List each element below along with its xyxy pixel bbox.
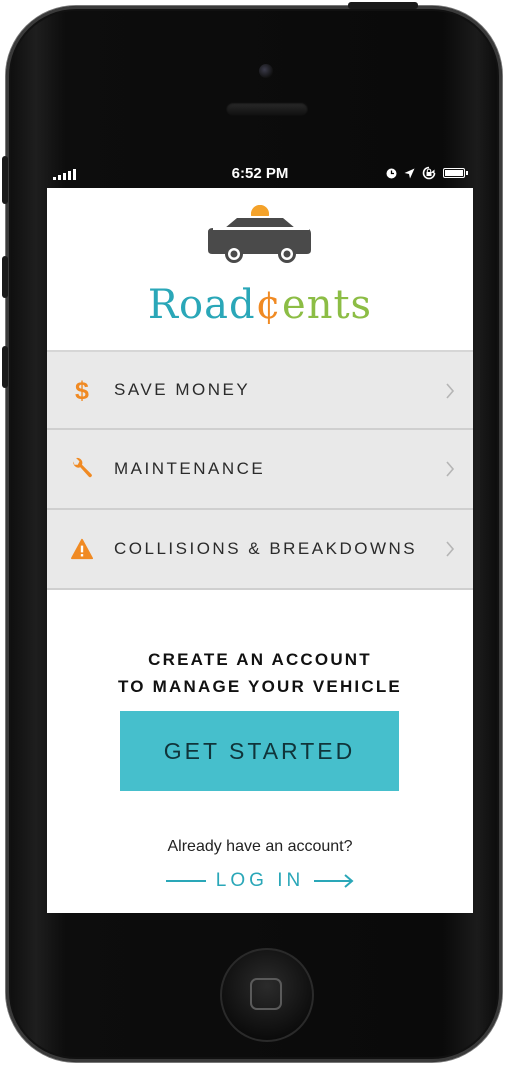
mute-switch: [2, 156, 8, 204]
arrow-right-icon: [314, 874, 354, 888]
brand-wordmark: Road¢ents: [47, 282, 473, 328]
car-with-coin-icon: [208, 205, 311, 263]
home-square-icon: [250, 978, 282, 1010]
chevron-right-icon: [446, 383, 455, 399]
create-account-heading: CREATE AN ACCOUNT TO MANAGE YOUR VEHICLE: [47, 646, 473, 700]
front-camera: [259, 64, 273, 78]
create-account-line2: TO MANAGE YOUR VEHICLE: [118, 677, 402, 696]
dollar-icon: $: [71, 377, 93, 403]
earpiece-speaker: [226, 102, 308, 116]
home-button[interactable]: [220, 948, 314, 1042]
status-bar: 6:52 PM: [47, 160, 473, 188]
menu-item-label: SAVE MONEY: [114, 380, 251, 399]
create-account-line1: CREATE AN ACCOUNT: [148, 650, 372, 669]
menu-item-collisions-breakdowns[interactable]: COLLISIONS & BREAKDOWNS: [47, 510, 473, 590]
menu-item-label: COLLISIONS & BREAKDOWNS: [114, 539, 418, 558]
brand-road: Road: [147, 282, 256, 328]
volume-down-button: [2, 346, 8, 388]
chevron-right-icon: [446, 461, 455, 477]
brand-cent-symbol: ¢: [255, 282, 283, 328]
power-button: [348, 2, 418, 9]
menu-item-maintenance[interactable]: MAINTENANCE: [47, 430, 473, 510]
menu-item-save-money[interactable]: $ SAVE MONEY: [47, 350, 473, 430]
menu-item-label: MAINTENANCE: [114, 459, 266, 478]
app-logo: Road¢ents: [47, 198, 473, 348]
battery-icon: [443, 168, 468, 178]
clock-icon: [386, 168, 397, 178]
volume-up-button: [2, 256, 8, 298]
location-arrow-icon: [404, 168, 415, 178]
already-have-account-text: Already have an account?: [167, 838, 353, 855]
rotation-lock-icon: [422, 166, 436, 180]
main-menu: $ SAVE MONEY MAINTENANCE COLLISIONS & BR…: [47, 350, 473, 590]
login-link[interactable]: LOG IN: [47, 870, 473, 892]
get-started-button[interactable]: GET STARTED: [120, 711, 399, 791]
warning-icon: [71, 536, 93, 562]
wrench-icon: [71, 456, 93, 482]
login-label: LOG IN: [215, 870, 305, 891]
svg-text:$: $: [75, 377, 89, 403]
chevron-right-icon: [446, 541, 455, 557]
app-screen: Road¢ents $ SAVE MONEY MAINTENANCE COLLI…: [47, 188, 473, 913]
login-left-line: [165, 880, 206, 882]
brand-ents: ents: [282, 282, 373, 328]
status-icons: [386, 166, 468, 180]
